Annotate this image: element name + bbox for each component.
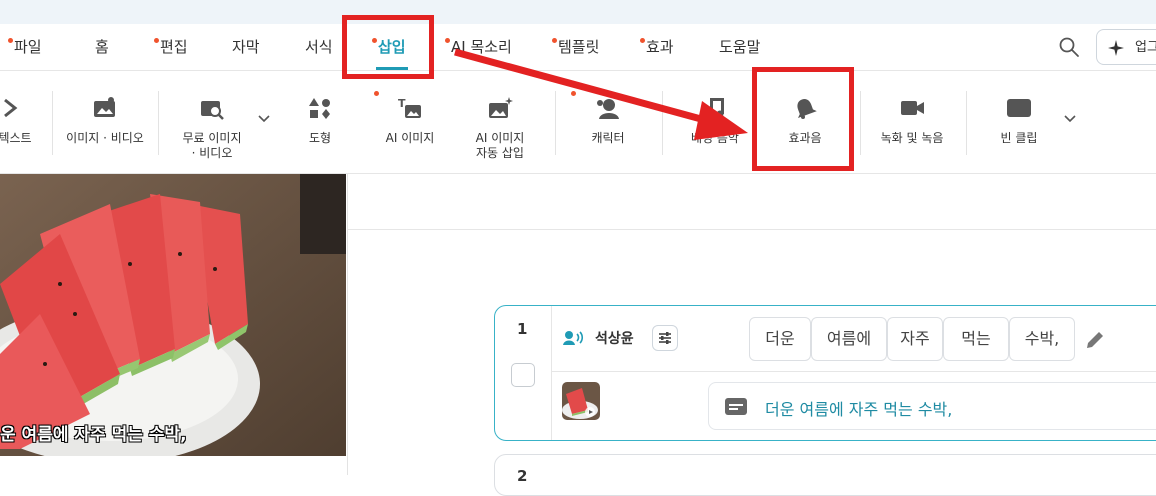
annotation-arrow-icon bbox=[454, 48, 748, 140]
